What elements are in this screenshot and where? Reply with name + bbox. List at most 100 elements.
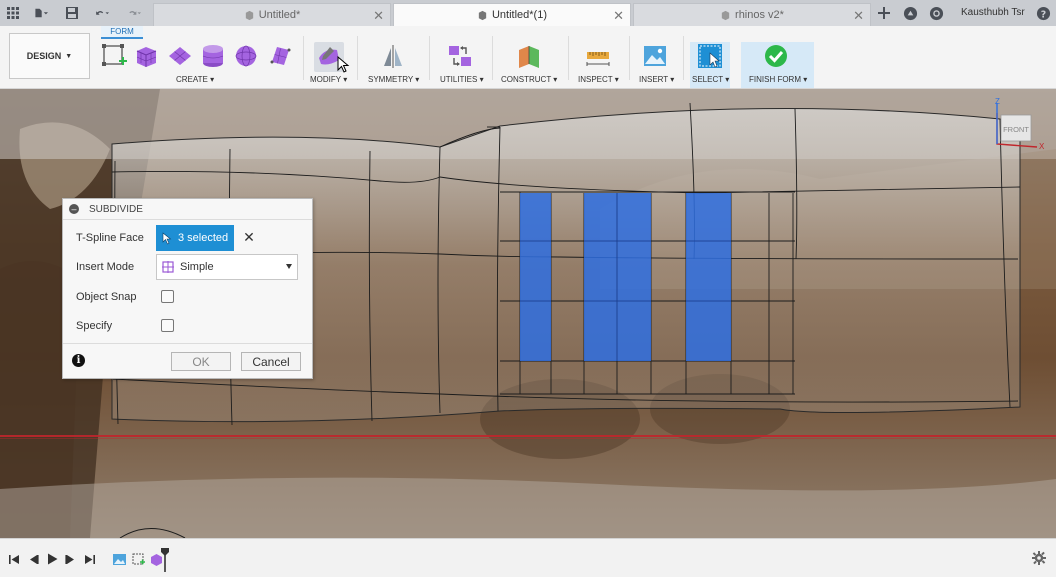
selected-face[interactable] [520, 193, 551, 361]
select-menu[interactable]: SELECT ▾ [692, 75, 729, 84]
create-menu[interactable]: CREATE ▾ [176, 75, 214, 84]
simple-mode-icon [162, 261, 174, 273]
document-icon [721, 10, 730, 20]
play-icon[interactable] [45, 552, 59, 566]
symmetry-label: SYMMETRY [368, 75, 414, 84]
insert-image-icon[interactable] [641, 42, 669, 70]
dialog-title: SUBDIVIDE [89, 203, 143, 215]
insert-mode-value: Simple [180, 261, 214, 273]
axis-x-label: X [1039, 142, 1045, 151]
tspline-face-row: T-Spline Face 3 selected ✕ [63, 225, 312, 253]
step-back-icon[interactable] [26, 552, 40, 566]
plane-icon[interactable] [166, 42, 194, 70]
new-tab-icon[interactable] [876, 5, 892, 21]
cylinder-icon[interactable] [199, 42, 227, 70]
symmetry-menu[interactable]: SYMMETRY ▾ [368, 75, 419, 84]
utilities-icon[interactable] [446, 42, 474, 70]
specify-checkbox[interactable] [161, 319, 174, 332]
insert-mode-row: Insert Mode Simple [63, 254, 312, 282]
file-menu-icon[interactable] [30, 4, 52, 22]
axis-z-label: Z [995, 97, 1000, 106]
sphere-icon[interactable] [232, 42, 260, 70]
ribbon-divider [492, 36, 493, 80]
measure-icon[interactable] [584, 42, 612, 70]
inspect-label: INSPECT [578, 75, 613, 84]
viewcube-face-label: FRONT [1003, 125, 1029, 134]
inspect-menu[interactable]: INSPECT ▾ [578, 75, 619, 84]
finish-form-label: FINISH FORM [749, 75, 801, 84]
job-status-icon[interactable] [902, 5, 918, 21]
notifications-icon[interactable] [928, 5, 944, 21]
modify-label: MODIFY [310, 75, 341, 84]
canvas-image-step-icon[interactable] [112, 552, 127, 567]
redo-icon[interactable] [121, 4, 147, 22]
close-icon[interactable]: ✕ [373, 8, 384, 24]
specify-label: Specify [76, 320, 113, 332]
timeline-settings-gear-icon[interactable] [1032, 551, 1046, 565]
workspace-switcher[interactable]: DESIGN ▼ [9, 33, 90, 79]
close-icon[interactable]: ✕ [853, 8, 864, 24]
tab-untitled[interactable]: Untitled* ✕ [153, 3, 391, 26]
ribbon-divider [629, 36, 630, 80]
insert-mode-dropdown[interactable]: Simple [156, 254, 298, 280]
sketch-step-icon[interactable] [131, 552, 146, 567]
cancel-button[interactable]: Cancel [241, 352, 301, 371]
ribbon-divider [303, 36, 304, 80]
create-form-sketch-icon[interactable] [100, 42, 128, 70]
document-icon [245, 10, 253, 20]
box-icon[interactable] [132, 42, 160, 70]
finish-form-menu[interactable]: FINISH FORM ▾ [749, 75, 807, 84]
ground-line [0, 435, 1056, 437]
ribbon-divider [683, 36, 684, 80]
tspline-face-selector[interactable]: 3 selected [156, 225, 234, 251]
chevron-down-icon: ▼ [65, 52, 73, 60]
selection-count: 3 selected [178, 232, 229, 244]
timeline-bar [0, 538, 1056, 577]
insert-menu[interactable]: INSERT ▾ [639, 75, 674, 84]
tab-rhinos-v2[interactable]: rhinos v2* ✕ [633, 3, 871, 26]
ok-button[interactable]: OK [171, 352, 231, 371]
select-icon[interactable] [696, 42, 724, 70]
modify-menu[interactable]: MODIFY ▾ [310, 75, 347, 84]
tab-untitled-1[interactable]: Untitled*(1) ✕ [393, 3, 631, 26]
help-icon[interactable]: ? [1035, 5, 1051, 21]
selected-face[interactable] [686, 193, 731, 361]
svg-text:?: ? [1040, 9, 1045, 20]
skip-to-end-icon[interactable] [82, 552, 96, 566]
user-account-name[interactable]: Kausthubh Tsr [961, 7, 1025, 18]
close-icon[interactable]: ✕ [613, 8, 624, 24]
skip-to-start-icon[interactable] [7, 552, 21, 566]
mouse-cursor-icon [337, 56, 350, 73]
construct-menu[interactable]: CONSTRUCT ▾ [501, 75, 557, 84]
tab-label: rhinos v2* [735, 9, 784, 21]
insert-label: INSERT [639, 75, 669, 84]
symmetry-icon[interactable] [379, 42, 407, 70]
step-forward-icon[interactable] [63, 552, 77, 566]
save-icon[interactable] [63, 4, 81, 22]
timeline-marker-handle[interactable] [160, 547, 170, 573]
clear-selection-icon[interactable]: ✕ [242, 229, 256, 245]
tab-label: Untitled* [258, 9, 301, 21]
undo-icon[interactable] [89, 4, 115, 22]
app-grid-icon[interactable] [4, 4, 22, 22]
utilities-menu[interactable]: UTILITIES ▾ [440, 75, 484, 84]
object-snap-label: Object Snap [76, 291, 137, 303]
ribbon-divider [357, 36, 358, 80]
ribbon-divider [568, 36, 569, 80]
info-icon[interactable]: i [72, 354, 85, 367]
construct-plane-icon[interactable] [515, 42, 543, 70]
tab-form[interactable]: FORM [101, 26, 143, 39]
quadball-icon[interactable] [266, 42, 294, 70]
cursor-icon [162, 231, 172, 244]
subdivide-dialog: – SUBDIVIDE T-Spline Face 3 selected ✕ I… [62, 198, 313, 379]
dialog-header[interactable]: – SUBDIVIDE [63, 199, 312, 220]
insert-mode-label: Insert Mode [76, 261, 135, 273]
utilities-label: UTILITIES [440, 75, 478, 84]
title-bar: Untitled* ✕ Untitled*(1) ✕ rhinos v2* ✕ … [0, 0, 1056, 26]
dialog-footer: i OK Cancel [63, 343, 312, 378]
tspline-face-label: T-Spline Face [76, 232, 144, 244]
finish-form-checkmark-icon[interactable] [762, 42, 790, 70]
selected-face[interactable] [584, 193, 651, 361]
collapse-icon[interactable]: – [69, 204, 79, 214]
object-snap-checkbox[interactable] [161, 290, 174, 303]
